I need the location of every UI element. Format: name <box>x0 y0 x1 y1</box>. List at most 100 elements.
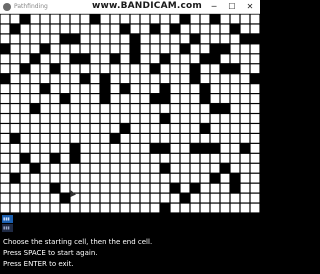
grid-cell-open[interactable] <box>240 203 250 213</box>
grid-cell-wall[interactable] <box>220 163 230 173</box>
grid-cell-open[interactable] <box>250 134 260 143</box>
grid-cell-open[interactable] <box>10 34 20 44</box>
grid-cell-open[interactable] <box>200 193 210 203</box>
grid-cell-open[interactable] <box>210 134 220 143</box>
grid-cell-open[interactable] <box>250 24 260 34</box>
grid-cell-open[interactable] <box>150 203 160 213</box>
grid-cell-open[interactable] <box>200 64 210 74</box>
grid-cell-open[interactable] <box>180 34 190 44</box>
grid-cell-wall[interactable] <box>210 54 220 64</box>
grid-cell-open[interactable] <box>120 114 130 123</box>
grid-cell-open[interactable] <box>240 193 250 203</box>
grid-cell-open[interactable] <box>150 84 160 93</box>
grid-cell-open[interactable] <box>90 74 100 84</box>
grid-cell-open[interactable] <box>190 193 200 203</box>
grid-cell-open[interactable] <box>110 84 120 93</box>
grid-cell-open[interactable] <box>10 183 20 193</box>
grid-cell-open[interactable] <box>230 114 240 123</box>
grid-cell-open[interactable] <box>210 183 220 193</box>
grid-cell-wall[interactable] <box>120 84 130 93</box>
grid-cell-open[interactable] <box>0 183 10 193</box>
grid-cell-open[interactable] <box>160 34 170 44</box>
grid-cell-open[interactable] <box>130 183 140 193</box>
grid-cell-open[interactable] <box>110 173 120 183</box>
grid-cell-open[interactable] <box>10 114 20 123</box>
grid-cell-open[interactable] <box>190 134 200 143</box>
grid-cell-open[interactable] <box>190 94 200 103</box>
grid-cell-open[interactable] <box>10 84 20 93</box>
grid-cell-open[interactable] <box>50 24 60 34</box>
grid-cell-open[interactable] <box>110 64 120 74</box>
grid-cell-open[interactable] <box>170 193 180 203</box>
grid-cell-open[interactable] <box>240 114 250 123</box>
grid-cell-wall[interactable] <box>210 14 220 24</box>
grid-cell-open[interactable] <box>100 203 110 213</box>
grid-cell-open[interactable] <box>240 24 250 34</box>
grid-cell-open[interactable] <box>90 84 100 93</box>
grid-cell-wall[interactable] <box>240 143 250 153</box>
grid-cell-wall[interactable] <box>100 74 110 84</box>
grid-cell-wall[interactable] <box>40 84 50 93</box>
grid-cell-open[interactable] <box>80 114 90 123</box>
grid-cell-open[interactable] <box>90 134 100 143</box>
grid-cell-wall[interactable] <box>170 183 180 193</box>
grid-cell-open[interactable] <box>110 44 120 54</box>
grid-cell-open[interactable] <box>250 153 260 163</box>
grid-cell-open[interactable] <box>150 74 160 84</box>
grid-cell-open[interactable] <box>20 193 30 203</box>
grid-cell-open[interactable] <box>20 44 30 54</box>
grid-cell-open[interactable] <box>150 114 160 123</box>
grid-cell-open[interactable] <box>210 193 220 203</box>
grid-cell-open[interactable] <box>70 203 80 213</box>
grid-cell-open[interactable] <box>20 34 30 44</box>
grid-cell-open[interactable] <box>100 54 110 64</box>
grid-cell-open[interactable] <box>190 173 200 183</box>
grid-cell-wall[interactable] <box>80 74 90 84</box>
grid-cell-open[interactable] <box>80 134 90 143</box>
grid-cell-wall[interactable] <box>160 84 170 93</box>
grid-cell-open[interactable] <box>120 34 130 44</box>
grid-cell-open[interactable] <box>40 173 50 183</box>
grid-cell-open[interactable] <box>160 104 170 113</box>
grid-cell-open[interactable] <box>20 203 30 213</box>
grid-cell-open[interactable] <box>200 24 210 34</box>
grid-cell-open[interactable] <box>210 34 220 44</box>
grid-cell-open[interactable] <box>70 173 80 183</box>
grid-cell-open[interactable] <box>90 54 100 64</box>
grid-cell-open[interactable] <box>0 173 10 183</box>
grid-cell-open[interactable] <box>10 163 20 173</box>
grid-cell-open[interactable] <box>10 14 20 24</box>
grid-cell-open[interactable] <box>50 203 60 213</box>
grid-cell-open[interactable] <box>10 193 20 203</box>
grid-cell-open[interactable] <box>130 84 140 93</box>
grid-cell-open[interactable] <box>170 124 180 133</box>
grid-cell-open[interactable] <box>20 104 30 113</box>
grid-cell-wall[interactable] <box>250 74 260 84</box>
grid-cell-open[interactable] <box>100 163 110 173</box>
grid-cell-open[interactable] <box>150 34 160 44</box>
grid-cell-wall[interactable] <box>110 54 120 64</box>
grid-cell-wall[interactable] <box>30 104 40 113</box>
grid-cell-wall[interactable] <box>120 124 130 133</box>
grid-cell-wall[interactable] <box>180 14 190 24</box>
grid-cell-wall[interactable] <box>190 143 200 153</box>
grid-cell-open[interactable] <box>100 143 110 153</box>
grid-cell-open[interactable] <box>170 173 180 183</box>
grid-cell-open[interactable] <box>150 54 160 64</box>
grid-cell-open[interactable] <box>60 64 70 74</box>
grid-cell-wall[interactable] <box>230 183 240 193</box>
grid-cell-open[interactable] <box>200 173 210 183</box>
grid-cell-open[interactable] <box>20 124 30 133</box>
grid-cell-open[interactable] <box>90 114 100 123</box>
grid-cell-open[interactable] <box>130 104 140 113</box>
grid-cell-open[interactable] <box>0 14 10 24</box>
grid-cell-open[interactable] <box>10 203 20 213</box>
grid-cell-open[interactable] <box>240 173 250 183</box>
grid-cell-wall[interactable] <box>150 143 160 153</box>
grid-cell-open[interactable] <box>70 74 80 84</box>
grid-cell-open[interactable] <box>110 24 120 34</box>
grid-cell-open[interactable] <box>110 34 120 44</box>
grid-cell-open[interactable] <box>250 173 260 183</box>
grid-cell-wall[interactable] <box>130 34 140 44</box>
grid-cell-open[interactable] <box>60 24 70 34</box>
